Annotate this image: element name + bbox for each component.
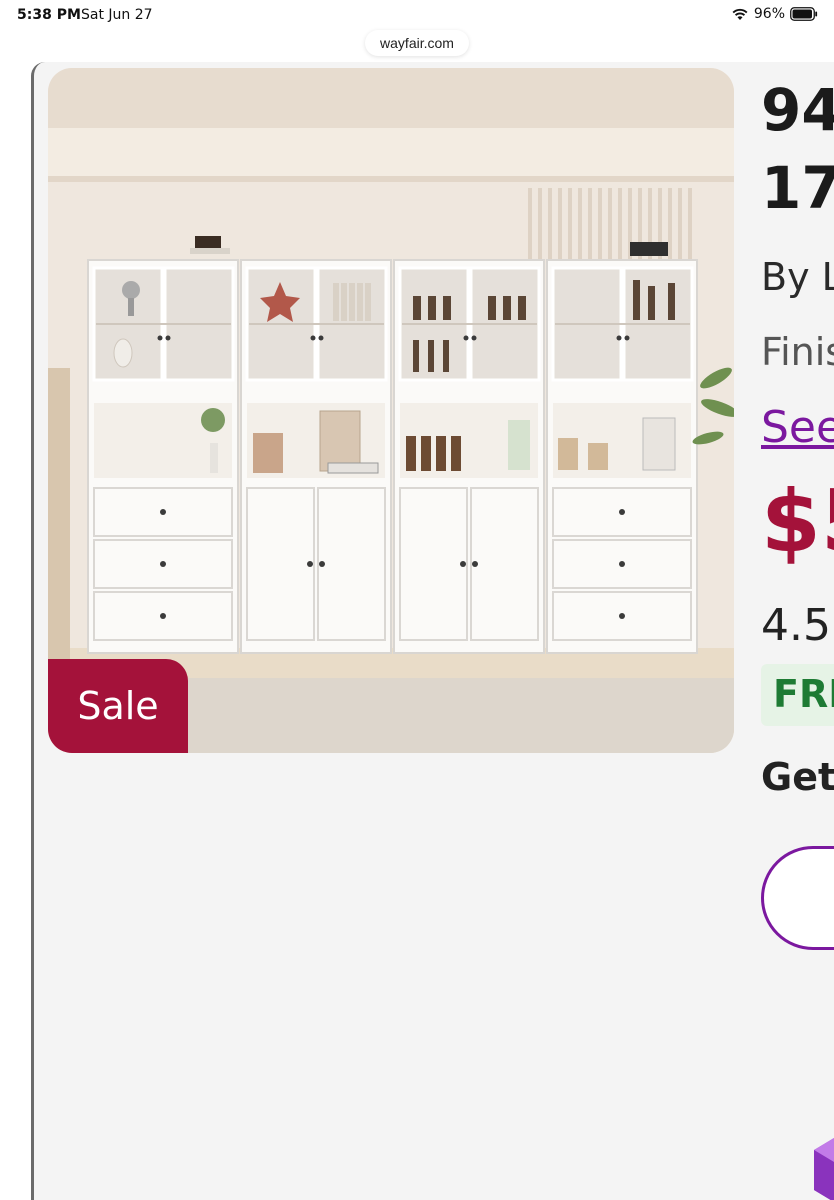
see-more-link[interactable]: See — [761, 402, 834, 453]
battery-icon — [790, 7, 818, 21]
battery-percentage: 96% — [753, 6, 785, 22]
url-bar[interactable]: wayfair.com — [365, 30, 469, 56]
product-title-line2: 17. — [761, 154, 834, 222]
status-bar: 5:38 PM Sat Jun 27 96% — [0, 0, 834, 32]
product-image[interactable]: Sale — [48, 68, 734, 753]
product-price: $5 — [761, 472, 834, 572]
purple-cube-icon[interactable] — [804, 1120, 834, 1200]
status-right: 96% — [731, 6, 818, 22]
product-photo — [48, 68, 734, 753]
finish-label: Finis — [761, 330, 834, 374]
product-sheet: Sale 94 17. By L Finis See $5 4.5 FRI Ge… — [31, 62, 834, 1200]
sale-badge-label: Sale — [77, 684, 159, 728]
status-time: 5:38 PM — [17, 7, 81, 23]
free-shipping-badge: FRI — [761, 664, 834, 726]
url-text: wayfair.com — [380, 35, 454, 51]
outline-action-button[interactable] — [761, 846, 834, 950]
free-shipping-label: FRI — [773, 672, 834, 716]
sale-badge: Sale — [48, 659, 188, 753]
wifi-icon — [732, 8, 748, 20]
product-title-line1: 94 — [761, 76, 834, 144]
get-it-label: Get — [761, 755, 834, 799]
brand-link[interactable]: By L — [761, 255, 834, 299]
product-rating[interactable]: 4.5 — [761, 600, 831, 651]
status-date: Sat Jun 27 — [81, 7, 153, 23]
